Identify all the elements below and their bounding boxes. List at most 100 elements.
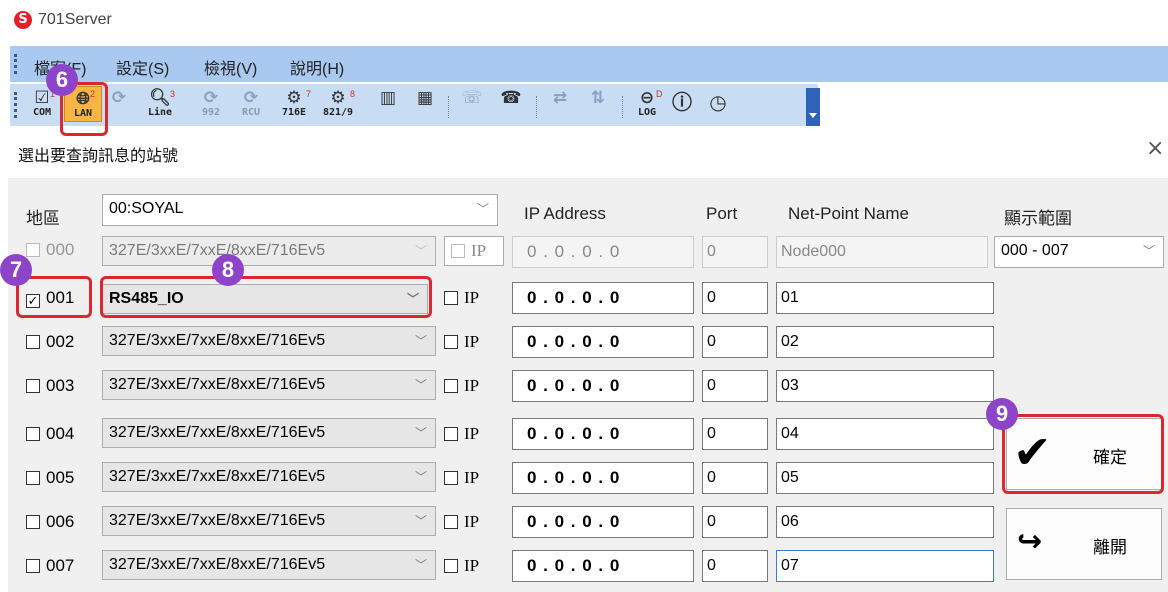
station-id: 000 (46, 240, 75, 259)
port-field-001[interactable]: 0 (702, 282, 768, 314)
toolbar-grip[interactable] (14, 92, 20, 118)
range-select-value: 000 - 007 (1001, 242, 1069, 259)
port-field-002[interactable]: 0 (702, 326, 768, 358)
card-h-icon: ▥ (379, 88, 397, 108)
device-select-value: 327E/3xxE/7xxE/8xxE/716Ev5 (109, 242, 326, 259)
menu-help[interactable]: 說明(H) (290, 55, 344, 79)
ip-field-006[interactable]: 0 . 0 . 0 . 0 (512, 506, 694, 538)
checkbox-icon (444, 335, 458, 349)
station-checkbox-003[interactable]: 003 (26, 376, 74, 396)
ip-toggle-006[interactable]: IP (444, 512, 479, 532)
station-checkbox-000[interactable]: 000 (26, 240, 74, 260)
clock-download-button[interactable]: ◷ (704, 88, 732, 122)
name-field-005[interactable]: 05 (776, 462, 994, 494)
ip-field-002[interactable]: 0 . 0 . 0 . 0 (512, 326, 694, 358)
device-select-003[interactable]: 327E/3xxE/7xxE/8xxE/716Ev5 ﹀ (102, 370, 436, 400)
station-checkbox-002[interactable]: 002 (26, 332, 74, 352)
ip-toggle-000[interactable]: IP (444, 236, 504, 266)
toolbar-separator (448, 96, 450, 118)
callout-6: 6 (46, 64, 78, 96)
ip-toggle-label: IP (464, 556, 480, 575)
checkbox-icon (444, 427, 458, 441)
ip-toggle-002[interactable]: IP (444, 332, 479, 352)
toolbar-overflow-button[interactable] (806, 88, 820, 126)
device-select-006[interactable]: 327E/3xxE/7xxE/8xxE/716Ev5 ﹀ (102, 506, 436, 536)
exit-icon: ↪ (1017, 524, 1043, 559)
refresh-button[interactable]: ⟳ (106, 88, 132, 122)
checkbox-icon (444, 559, 458, 573)
info-button[interactable]: ⓘ (668, 88, 696, 122)
checkbox-icon (444, 379, 458, 393)
device-select-005[interactable]: 327E/3xxE/7xxE/8xxE/716Ev5 ﹀ (102, 462, 436, 492)
port-field-007[interactable]: 0 (702, 550, 768, 582)
menu-grip[interactable] (14, 54, 20, 74)
station-checkbox-006[interactable]: 006 (26, 512, 74, 532)
menu-settings[interactable]: 設定(S) (116, 55, 169, 79)
com-label: COM (32, 107, 52, 118)
toolbar-separator (536, 96, 538, 118)
ip-field-005[interactable]: 0 . 0 . 0 . 0 (512, 462, 694, 494)
chevron-down-icon: ﹀ (414, 470, 427, 484)
name-field-002[interactable]: 02 (776, 326, 994, 358)
phone-down-button[interactable]: ☎ (496, 88, 526, 122)
name-field-007[interactable]: 07 (776, 550, 994, 582)
ip-toggle-003[interactable]: IP (444, 376, 479, 396)
station-checkbox-005[interactable]: 005 (26, 468, 74, 488)
log-label: LOG (637, 107, 657, 118)
log-num: D (656, 89, 663, 99)
name-field-003[interactable]: 03 (776, 370, 994, 402)
area-select[interactable]: 00:SOYAL ﹀ (102, 194, 498, 226)
line-num: 3 (170, 89, 176, 99)
port-field-003[interactable]: 0 (702, 370, 768, 402)
chevron-down-icon: ﹀ (414, 426, 427, 440)
checkbox-icon (26, 427, 40, 441)
port-field-005[interactable]: 0 (702, 462, 768, 494)
callout-9: 9 (986, 398, 1018, 430)
716e-num: 7 (306, 89, 312, 99)
8219-label: 821/9 (322, 107, 354, 118)
device-select-007[interactable]: 327E/3xxE/7xxE/8xxE/716Ev5 ﹀ (102, 550, 436, 580)
card-h-button[interactable]: ▥ (374, 88, 402, 122)
name-field-001[interactable]: 01 (776, 282, 994, 314)
ip-toggle-001[interactable]: IP (444, 288, 479, 308)
menu-view[interactable]: 檢視(V) (204, 55, 257, 79)
device-select-002[interactable]: 327E/3xxE/7xxE/8xxE/716Ev5 ﹀ (102, 326, 436, 356)
992-button[interactable]: ⟳ 992 (196, 88, 226, 122)
range-select[interactable]: 000 - 007 ﹀ (994, 236, 1164, 268)
card-e-button[interactable]: ▦ (410, 88, 440, 122)
close-icon[interactable]: × (1146, 138, 1164, 160)
checkbox-icon (26, 335, 40, 349)
ip-toggle-004[interactable]: IP (444, 424, 479, 444)
checkbox-icon (26, 243, 40, 257)
port-field-006[interactable]: 0 (702, 506, 768, 538)
ip-field-007[interactable]: 0 . 0 . 0 . 0 (512, 550, 694, 582)
device-select-004[interactable]: 327E/3xxE/7xxE/8xxE/716Ev5 ﹀ (102, 418, 436, 448)
chevron-down-icon: ﹀ (414, 514, 427, 528)
checkbox-icon (26, 559, 40, 573)
ip-field-001[interactable]: 0 . 0 . 0 . 0 (512, 282, 694, 314)
ip-toggle-007[interactable]: IP (444, 556, 479, 576)
station-id: 007 (46, 556, 75, 575)
name-field-006[interactable]: 06 (776, 506, 994, 538)
ip-field-004[interactable]: 0 . 0 . 0 . 0 (512, 418, 694, 450)
rcu-button[interactable]: ⟳ RCU (236, 88, 266, 122)
ip-toggle-005[interactable]: IP (444, 468, 479, 488)
title-bar (0, 0, 1168, 44)
device-select-000[interactable]: 327E/3xxE/7xxE/8xxE/716Ev5 ﹀ (102, 236, 436, 266)
ip-field-000[interactable]: 0 . 0 . 0 . 0 (512, 236, 694, 268)
link-button[interactable]: ⇄ (546, 88, 574, 122)
phone-button[interactable]: ☏ (458, 88, 486, 122)
port-field-004[interactable]: 0 (702, 418, 768, 450)
ip-address-header: IP Address (524, 204, 606, 223)
ip-field-003[interactable]: 0 . 0 . 0 . 0 (512, 370, 694, 402)
992-label: 992 (201, 107, 221, 118)
station-checkbox-004[interactable]: 004 (26, 424, 74, 444)
updown-button[interactable]: ⇅ (584, 88, 612, 122)
station-checkbox-007[interactable]: 007 (26, 556, 74, 576)
name-field-000[interactable]: Node000 (776, 236, 988, 268)
updown-icon: ⇅ (590, 88, 606, 108)
port-header: Port (706, 204, 738, 223)
exit-button[interactable]: ↪ 離開 (1006, 508, 1162, 580)
name-field-004[interactable]: 04 (776, 418, 994, 450)
port-field-000[interactable]: 0 (702, 236, 768, 268)
